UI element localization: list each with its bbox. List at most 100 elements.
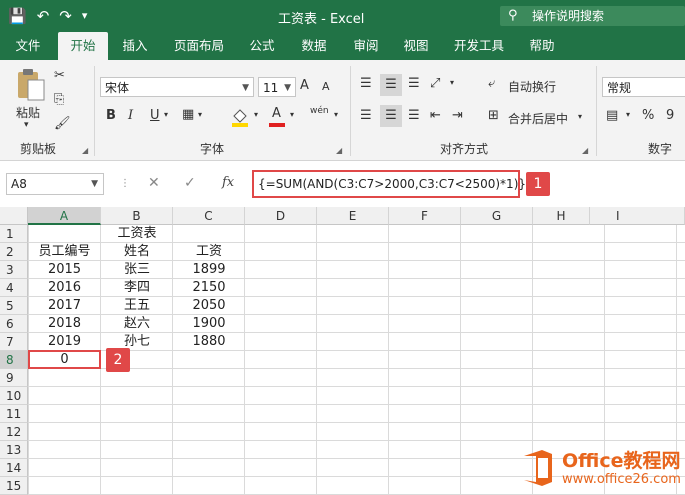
cell-a7[interactable]: 2019 — [28, 333, 101, 351]
increase-indent-icon[interactable]: ⇥ — [452, 108, 463, 123]
row-header-5[interactable]: 5 — [0, 297, 28, 315]
column-header-a[interactable]: A — [28, 207, 101, 225]
cell-b5[interactable]: 王五 — [101, 297, 173, 315]
copy-icon[interactable]: ⎘ — [54, 92, 64, 107]
format-painter-icon[interactable]: 🖌 — [54, 116, 71, 131]
save-icon[interactable]: 💾 — [8, 7, 27, 25]
cell-c6[interactable]: 1900 — [173, 315, 245, 333]
chevron-down-icon[interactable]: ▾ — [198, 110, 202, 119]
chevron-down-icon[interactable]: ▾ — [578, 112, 582, 121]
cut-icon[interactable]: ✂ — [54, 68, 65, 83]
chevron-down-icon[interactable]: ▾ — [450, 78, 454, 87]
tab-view[interactable]: 视图 — [396, 32, 436, 60]
insert-function-button[interactable]: fx — [222, 175, 234, 190]
column-header-i[interactable]: I — [590, 207, 685, 225]
row-header-11[interactable]: 11 — [0, 405, 28, 423]
cell-b6[interactable]: 赵六 — [101, 315, 173, 333]
grow-font-button[interactable]: A — [300, 78, 309, 93]
column-header-h[interactable]: H — [533, 207, 590, 225]
column-header-d[interactable]: D — [245, 207, 317, 225]
clipboard-launcher-icon[interactable]: ◢ — [82, 146, 88, 155]
phonetic-guide-button[interactable]: wén — [310, 106, 329, 116]
cell-a6[interactable]: 2018 — [28, 315, 101, 333]
cell-a4[interactable]: 2016 — [28, 279, 101, 297]
row-header-13[interactable]: 13 — [0, 441, 28, 459]
customize-qat-icon[interactable]: ▾ — [82, 7, 88, 25]
column-header-g[interactable]: G — [461, 207, 533, 225]
row-header-7[interactable]: 7 — [0, 333, 28, 351]
font-size-select[interactable]: 11 ▼ — [258, 77, 296, 97]
cell-c3[interactable]: 1899 — [173, 261, 245, 279]
cell-c2[interactable]: 工资 — [173, 243, 245, 261]
confirm-entry-icon[interactable]: ✓ — [184, 175, 196, 191]
borders-icon[interactable]: ▦ — [182, 107, 194, 122]
font-launcher-icon[interactable]: ◢ — [336, 146, 342, 155]
chevron-down-icon[interactable]: ▾ — [254, 110, 258, 119]
comma-style-button[interactable]: 9 — [666, 108, 674, 123]
align-right-icon[interactable]: ☰ — [408, 108, 420, 123]
underline-button[interactable]: U — [150, 108, 160, 123]
tab-insert[interactable]: 插入 — [114, 32, 156, 60]
cell-c5[interactable]: 2050 — [173, 297, 245, 315]
tab-formulas[interactable]: 公式 — [242, 32, 282, 60]
cell-a5[interactable]: 2017 — [28, 297, 101, 315]
tab-home[interactable]: 开始 — [58, 32, 108, 60]
column-header-b[interactable]: B — [101, 207, 173, 225]
alignment-launcher-icon[interactable]: ◢ — [582, 146, 588, 155]
font-name-select[interactable]: 宋体 ▼ — [100, 77, 254, 97]
font-color-icon[interactable]: A — [268, 106, 286, 128]
chevron-down-icon[interactable]: ▾ — [626, 110, 630, 119]
orientation-icon[interactable]: ⤢ — [430, 76, 440, 91]
merge-center-icon[interactable]: ⊞ — [488, 108, 499, 123]
cell-c7[interactable]: 1880 — [173, 333, 245, 351]
cancel-entry-icon[interactable]: ✕ — [148, 175, 160, 191]
cell-b4[interactable]: 李四 — [101, 279, 173, 297]
align-top-icon[interactable]: ☰ — [360, 76, 372, 91]
paste-icon[interactable] — [14, 68, 46, 104]
tab-data[interactable]: 数据 — [294, 32, 334, 60]
column-header-c[interactable]: C — [173, 207, 245, 225]
row-header-2[interactable]: 2 — [0, 243, 28, 261]
cell-c4[interactable]: 2150 — [173, 279, 245, 297]
align-bottom-icon[interactable]: ☰ — [408, 76, 420, 91]
row-header-12[interactable]: 12 — [0, 423, 28, 441]
row-header-1[interactable]: 1 — [0, 225, 28, 243]
select-all-corner[interactable] — [0, 207, 28, 225]
accounting-format-icon[interactable]: ▤ — [606, 108, 618, 123]
fill-color-icon[interactable] — [230, 106, 250, 128]
tab-review[interactable]: 审阅 — [346, 32, 386, 60]
row-header-14[interactable]: 14 — [0, 459, 28, 477]
column-header-e[interactable]: E — [317, 207, 389, 225]
tab-file[interactable]: 文件 — [6, 32, 50, 60]
tab-developer[interactable]: 开发工具 — [448, 32, 510, 60]
wrap-text-button[interactable]: 自动换行 — [508, 78, 556, 95]
redo-icon[interactable]: ↷ — [59, 7, 72, 25]
cell-b3[interactable]: 张三 — [101, 261, 173, 279]
percent-button[interactable]: % — [642, 108, 654, 123]
chevron-down-icon[interactable]: ▾ — [290, 110, 294, 119]
tab-help[interactable]: 帮助 — [522, 32, 562, 60]
paste-dropdown-icon[interactable]: ▾ — [24, 120, 29, 130]
decrease-indent-icon[interactable]: ⇤ — [430, 108, 441, 123]
row-header-3[interactable]: 3 — [0, 261, 28, 279]
tell-me-search[interactable]: ⚲ 操作说明搜索 — [500, 6, 685, 26]
row-header-9[interactable]: 9 — [0, 369, 28, 387]
italic-button[interactable]: I — [128, 108, 133, 123]
shrink-font-button[interactable]: A — [322, 80, 330, 93]
column-header-f[interactable]: F — [389, 207, 461, 225]
name-box[interactable]: A8 ▼ — [6, 173, 104, 195]
merge-center-button[interactable]: 合并后居中 — [508, 110, 568, 127]
bold-button[interactable]: B — [106, 108, 116, 123]
number-format-select[interactable]: 常规 — [602, 77, 685, 97]
row-header-4[interactable]: 4 — [0, 279, 28, 297]
chevron-down-icon[interactable]: ▾ — [334, 110, 338, 119]
formula-input[interactable]: {=SUM(AND(C3:C7>2000,C3:C7<2500)*1)} — [252, 170, 526, 198]
row-header-10[interactable]: 10 — [0, 387, 28, 405]
row-header-6[interactable]: 6 — [0, 315, 28, 333]
cell-b2[interactable]: 姓名 — [101, 243, 173, 261]
row-header-8[interactable]: 8 — [0, 351, 28, 369]
tab-page-layout[interactable]: 页面布局 — [168, 32, 230, 60]
row-header-15[interactable]: 15 — [0, 477, 28, 495]
align-middle-icon[interactable]: ☰ — [380, 74, 402, 96]
align-center-icon[interactable]: ☰ — [380, 105, 402, 127]
